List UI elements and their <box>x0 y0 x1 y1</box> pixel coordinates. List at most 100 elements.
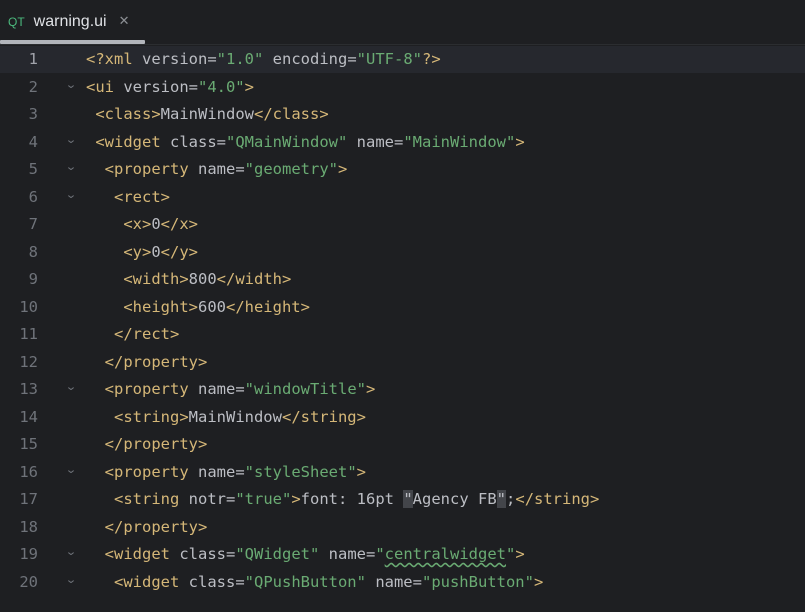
code-line[interactable]: 15 </property> <box>0 431 805 458</box>
code-token: name= <box>365 572 422 591</box>
code-token: <property <box>104 380 198 398</box>
code-token: </rect> <box>114 325 180 343</box>
code-text: <property name="windowTitle"> <box>86 376 376 403</box>
fold-chevron-icon[interactable]: ⌄ <box>63 373 79 400</box>
code-line[interactable]: 8 <y>0</y> <box>0 239 805 266</box>
code-editor[interactable]: 1 <?xml version="1.0" encoding="UTF-8"?> 2… <box>0 45 805 612</box>
file-tab[interactable]: QT warning.ui ✕ <box>0 0 146 44</box>
code-token: > <box>291 490 301 508</box>
code-token: </property> <box>104 352 208 371</box>
fold-chevron-icon[interactable]: ⌄ <box>63 538 79 565</box>
line-number: 1 <box>28 50 38 68</box>
code-line[interactable]: 2 ⌄ <ui version="4.0"> <box>0 74 805 101</box>
line-number: 19 <box>19 545 38 563</box>
code-token: name= <box>347 132 404 151</box>
code-line[interactable]: 13 ⌄ <property name="windowTitle"> <box>0 376 805 403</box>
code-token: > <box>244 77 254 96</box>
code-token: name= <box>319 545 376 563</box>
code-token: > <box>515 132 525 151</box>
code-token: <ui <box>86 77 124 96</box>
code-text: <string notr="true">font: 16pt "Agency F… <box>86 486 599 513</box>
active-tab-indicator <box>0 40 145 44</box>
code-token: name= <box>198 462 245 481</box>
code-token: " <box>403 490 413 508</box>
code-line[interactable]: 5 ⌄ <property name="geometry"> <box>0 156 805 183</box>
code-token: class= <box>179 545 236 563</box>
line-number: 6 <box>28 187 38 206</box>
code-token: " <box>496 490 507 508</box>
code-token: <string> <box>114 407 189 426</box>
line-number: 20 <box>19 572 38 591</box>
code-token: </width> <box>216 270 292 288</box>
code-token: > <box>533 572 544 591</box>
code-token: </class> <box>254 105 329 123</box>
code-text: </property> <box>86 514 208 541</box>
code-line[interactable]: 17 <string notr="true">font: 16pt "Agenc… <box>0 486 805 513</box>
code-token: > <box>366 380 376 398</box>
code-text: <property name="geometry"> <box>86 156 348 183</box>
code-line[interactable]: 4 ⌄ <widget class="QMainWindow" name="Mai… <box>0 129 805 156</box>
code-text: <rect> <box>86 184 170 211</box>
code-line[interactable]: 3 <class>MainWindow</class> <box>0 101 805 128</box>
code-text: <string>MainWindow</string> <box>86 404 366 431</box>
code-line[interactable]: 12 </property> <box>0 349 805 376</box>
code-line[interactable]: 20 ⌄ <widget class="QPushButton" name="pu… <box>0 569 805 596</box>
fold-chevron-icon[interactable]: ⌄ <box>63 456 79 483</box>
code-line[interactable]: 16 ⌄ <property name="styleSheet"> <box>0 459 805 486</box>
code-line[interactable]: 9 <width>800</width> <box>0 266 805 293</box>
code-token: font: 16pt <box>300 490 404 508</box>
close-icon[interactable]: ✕ <box>119 14 130 29</box>
code-token: class= <box>188 572 245 591</box>
code-token: "QMainWindow" <box>226 132 348 151</box>
code-token: "geometry" <box>244 160 338 178</box>
code-token: " <box>375 545 385 563</box>
code-token: <?xml <box>86 50 142 68</box>
code-token: <x> <box>123 215 152 233</box>
code-token: 600 <box>197 297 226 316</box>
code-token: <class> <box>95 105 161 123</box>
code-text: </rect> <box>86 321 179 348</box>
line-number: 3 <box>28 105 38 123</box>
fold-chevron-icon[interactable]: ⌄ <box>63 71 79 98</box>
fold-chevron-icon[interactable]: ⌄ <box>63 126 79 153</box>
code-token: <string <box>114 490 189 508</box>
code-line[interactable]: 1 <?xml version="1.0" encoding="UTF-8"?> <box>0 46 805 73</box>
code-token: <property <box>104 160 198 178</box>
fold-chevron-icon[interactable]: ⌄ <box>63 566 79 593</box>
code-line[interactable]: 11 </rect> <box>0 321 805 348</box>
line-number: 14 <box>19 407 38 426</box>
line-number: 17 <box>19 490 38 508</box>
code-line[interactable]: 14 <string>MainWindow</string> <box>0 404 805 431</box>
code-line[interactable]: 6 ⌄ <rect> <box>0 184 805 211</box>
code-token: centralwidget <box>384 545 506 563</box>
tab-title[interactable]: warning.ui <box>34 13 107 31</box>
code-token: MainWindow <box>160 105 254 123</box>
line-number: 18 <box>19 517 38 536</box>
line-number: 5 <box>28 160 38 178</box>
fold-chevron-icon[interactable]: ⌄ <box>63 181 79 208</box>
code-token: <widget <box>95 132 170 151</box>
code-token: name= <box>198 160 245 178</box>
code-line[interactable]: 19 ⌄ <widget class="QWidget" name="centra… <box>0 541 805 568</box>
code-line[interactable]: 18 </property> <box>0 514 805 541</box>
line-number: 12 <box>19 352 38 371</box>
code-token: </x> <box>160 215 198 233</box>
code-token: encoding= <box>263 50 357 68</box>
code-token: <property <box>104 462 198 481</box>
code-line[interactable]: 10 <height>600</height> <box>0 294 805 321</box>
code-token: <y> <box>123 242 152 261</box>
line-number: 16 <box>19 462 38 481</box>
qt-file-icon: QT <box>8 15 25 29</box>
code-token: <height> <box>123 297 198 316</box>
fold-chevron-icon[interactable]: ⌄ <box>63 153 79 180</box>
editor-tab-bar: QT warning.ui ✕ <box>0 0 805 45</box>
code-text: <widget class="QPushButton" name="pushBu… <box>86 569 543 596</box>
code-token: "MainWindow" <box>403 132 516 151</box>
line-number: 11 <box>19 325 38 343</box>
code-line[interactable]: 7 <x>0</x> <box>0 211 805 238</box>
code-text: <?xml version="1.0" encoding="UTF-8"?> <box>86 46 441 73</box>
code-token: </height> <box>225 297 310 316</box>
line-number: 2 <box>28 77 38 96</box>
line-number: 13 <box>19 380 38 398</box>
code-token: </property> <box>104 435 208 453</box>
